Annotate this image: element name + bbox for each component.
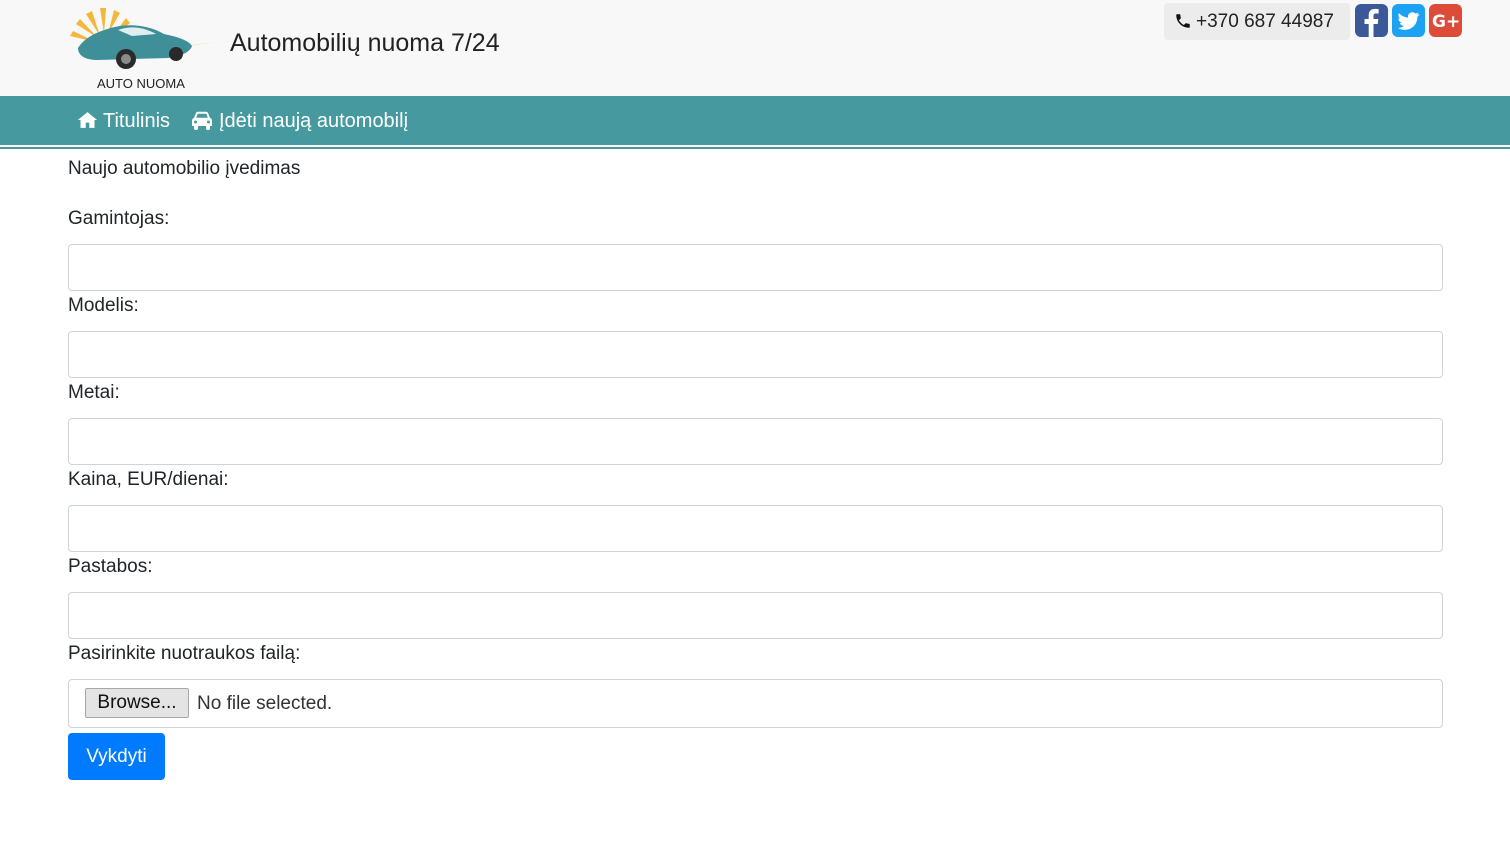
- google-plus-icon[interactable]: G+: [1429, 4, 1462, 37]
- nav-home[interactable]: Titulinis: [77, 96, 177, 145]
- form-heading: Naujo automobilio įvedimas: [68, 158, 301, 179]
- notes-input[interactable]: [68, 592, 1443, 639]
- nav-add-car[interactable]: Įdėti naują automobilį: [190, 96, 420, 145]
- manufacturer-input[interactable]: [68, 244, 1443, 291]
- phone-number: +370 687 44987: [1196, 11, 1334, 32]
- photo-file-input[interactable]: Browse... No file selected.: [68, 679, 1443, 728]
- price-label: Kaina, EUR/dienai:: [68, 469, 229, 490]
- price-input[interactable]: [68, 505, 1443, 552]
- phone-icon: [1176, 14, 1190, 28]
- home-icon: [77, 112, 98, 128]
- main-navbar: Titulinis Įdėti naują automobilį: [0, 96, 1510, 145]
- model-label: Modelis:: [68, 295, 139, 316]
- facebook-icon[interactable]: [1355, 4, 1388, 37]
- site-title: Automobilių nuoma 7/24: [230, 29, 500, 57]
- model-input[interactable]: [68, 331, 1443, 378]
- browse-button[interactable]: Browse...: [85, 688, 189, 718]
- phone-contact[interactable]: +370 687 44987: [1164, 3, 1350, 40]
- nav-divider: [0, 147, 1510, 149]
- svg-text:G+: G+: [1432, 12, 1460, 32]
- nav-home-label: Titulinis: [103, 110, 171, 132]
- logo-text: AUTO NUOMA: [97, 76, 185, 91]
- site-logo[interactable]: AUTO NUOMA: [68, 4, 218, 92]
- year-label: Metai:: [68, 382, 120, 403]
- notes-label: Pastabos:: [68, 556, 153, 577]
- twitter-icon[interactable]: [1392, 4, 1425, 37]
- car-logo-icon: [70, 8, 216, 69]
- photo-file-label: Pasirinkite nuotraukos failą:: [68, 643, 301, 664]
- site-header: AUTO NUOMA Automobilių nuoma 7/24 +370 6…: [0, 0, 1510, 96]
- year-input[interactable]: [68, 418, 1443, 465]
- manufacturer-label: Gamintojas:: [68, 208, 170, 229]
- submit-button[interactable]: Vykdyti: [68, 733, 165, 780]
- file-status-text: No file selected.: [197, 693, 333, 714]
- car-icon: [192, 111, 212, 130]
- nav-add-car-label: Įdėti naują automobilį: [219, 110, 409, 132]
